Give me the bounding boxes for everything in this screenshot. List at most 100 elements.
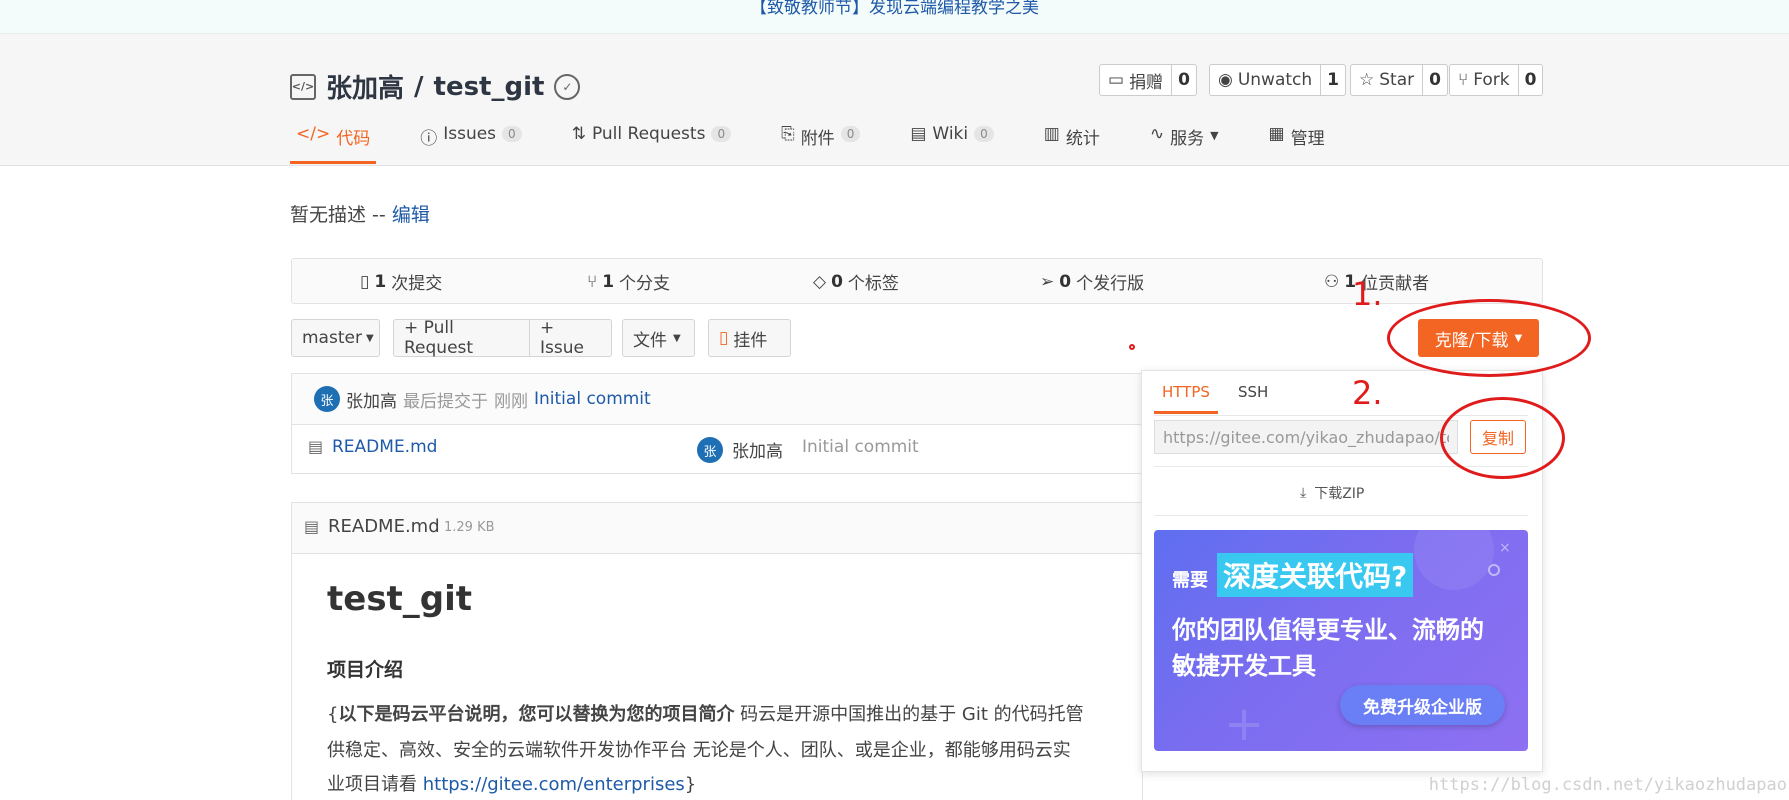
- seal-icon[interactable]: ✓: [554, 73, 581, 100]
- tab-wiki-count: 0: [974, 126, 994, 142]
- file-commit-message[interactable]: Initial commit: [802, 437, 919, 457]
- new-pull-request-label: + Pull Request: [404, 318, 474, 358]
- attachment-icon: ⎘: [781, 124, 795, 144]
- tab-wiki-label: Wiki: [932, 124, 969, 144]
- pulse-icon: ∿: [1149, 124, 1165, 144]
- stat-branches[interactable]: ⑂ 1 个分支: [587, 269, 671, 295]
- tab-issues-count: 0: [502, 126, 522, 142]
- edit-description-link[interactable]: 编辑: [392, 204, 430, 226]
- annotation-step-2: 2.: [1352, 374, 1383, 412]
- stat-tags-label: 个标签: [847, 274, 899, 294]
- file-menu-button[interactable]: 文件 ▼: [622, 319, 695, 357]
- file-row[interactable]: ▤ README.md 张 张加高 Initial commit: [291, 424, 1143, 474]
- commit-message[interactable]: Initial commit: [534, 389, 651, 409]
- contributors-icon: ⚇: [1324, 271, 1340, 292]
- file-icon: ▤: [304, 517, 320, 536]
- tab-stats[interactable]: ▥ 统计: [1038, 118, 1106, 158]
- readme-line-1-rest: 码云是开源中国推出的基于 Git 的代码托管: [734, 704, 1084, 725]
- book-icon: ▤: [910, 124, 927, 144]
- star-icon: ☆: [1359, 70, 1375, 90]
- stat-commits-label: 次提交: [391, 274, 443, 294]
- announcement-banner[interactable]: 【致敬教师节】发现云端编程教学之美: [0, 0, 1789, 34]
- avatar[interactable]: 张: [314, 386, 340, 412]
- readme-line-3-prefix: 业项目请看: [327, 774, 423, 795]
- new-issue-label: + Issue: [540, 318, 584, 358]
- tab-manage[interactable]: ▦ 管理: [1263, 118, 1331, 158]
- eye-icon: ◉: [1218, 70, 1233, 90]
- promo-prefix: 需要: [1172, 570, 1208, 591]
- tab-stats-label: 统计: [1065, 129, 1100, 149]
- release-icon: ➢: [1040, 271, 1055, 292]
- enterprise-promo-banner[interactable]: × + 需要 深度关联代码? 你的团队值得更专业、流畅的 敏捷开发工具 免费升级…: [1154, 530, 1528, 751]
- file-author[interactable]: 张加高: [732, 437, 783, 462]
- new-pull-request-button[interactable]: + Pull Request: [393, 318, 530, 358]
- settings-doc-icon: ▦: [1268, 124, 1285, 144]
- code-icon: </>: [296, 124, 331, 144]
- new-issue-button[interactable]: + Issue: [529, 318, 612, 358]
- caret-down-icon: ▼: [673, 332, 681, 344]
- fork-count[interactable]: 0: [1517, 65, 1543, 95]
- bookmark-icon: ▯: [719, 328, 729, 348]
- readme-bold-text: 以下是码云平台说明，您可以替换为您的项目简介: [338, 704, 735, 725]
- tab-https[interactable]: HTTPS: [1154, 383, 1218, 414]
- tab-ssh[interactable]: SSH: [1238, 383, 1268, 401]
- tab-attachments-count: 0: [840, 126, 861, 142]
- chart-icon: ▥: [1043, 124, 1060, 144]
- readme-title: test_git: [327, 579, 473, 619]
- widget-label: 挂件: [733, 330, 768, 351]
- readme-panel: ▤ README.md 1.29 KB test_git 项目介绍 {以下是码云…: [291, 502, 1143, 800]
- tab-wiki[interactable]: ▤ Wiki 0: [904, 118, 999, 158]
- annotation-circle-2: [1440, 397, 1565, 479]
- caret-down-icon: ▼: [1210, 129, 1219, 142]
- widget-button[interactable]: ▯ 挂件: [708, 319, 791, 357]
- fork-button[interactable]: ⑂ Fork 0: [1449, 64, 1544, 96]
- repo-title: </> 张加高 / test_git ✓: [290, 68, 581, 105]
- commit-author[interactable]: 张加高: [346, 387, 397, 412]
- avatar[interactable]: 张: [697, 437, 723, 463]
- tab-issues[interactable]: ⓘ Issues 0: [414, 118, 527, 158]
- readme-section-title: 项目介绍: [327, 659, 404, 681]
- repo-separator: /: [414, 71, 424, 102]
- stat-releases-label: 个发行版: [1076, 274, 1145, 294]
- tab-issues-label: Issues: [443, 124, 497, 144]
- download-zip-link[interactable]: ⤓ 下载ZIP: [1300, 483, 1364, 503]
- annotation-dot: [1129, 344, 1135, 350]
- stat-releases[interactable]: ➢ 0 个发行版: [1040, 269, 1145, 295]
- readme-line-3: 业项目请看 https://gitee.com/enterprises}: [327, 770, 696, 796]
- tag-icon: ◇: [813, 271, 827, 292]
- download-zip-label: 下载ZIP: [1314, 486, 1365, 502]
- branch-icon: ⑂: [587, 271, 598, 292]
- readme-line-1: {以下是码云平台说明，您可以替换为您的项目简介 码云是开源中国推出的基于 Git…: [327, 700, 1137, 726]
- tab-code[interactable]: </> 代码: [290, 118, 377, 164]
- stat-branches-label: 个分支: [619, 274, 671, 294]
- readme-brace-open: {: [327, 704, 339, 725]
- tab-code-label: 代码: [336, 129, 371, 149]
- star-button[interactable]: ☆ Star 0: [1350, 64, 1448, 96]
- pull-request-icon: ⇅: [571, 124, 586, 144]
- upgrade-enterprise-button[interactable]: 免费升级企业版: [1340, 685, 1505, 725]
- caret-down-icon: ▼: [365, 332, 374, 344]
- watch-count[interactable]: 1: [1320, 65, 1345, 95]
- tab-pull-requests[interactable]: ⇅ Pull Requests 0: [566, 118, 737, 158]
- branch-select[interactable]: master ▼: [291, 319, 380, 357]
- repo-owner[interactable]: 张加高: [326, 68, 404, 105]
- enterprises-link[interactable]: https://gitee.com/enterprises: [423, 774, 685, 795]
- unwatch-button[interactable]: ◉ Unwatch 1: [1209, 64, 1347, 96]
- repo-name[interactable]: test_git: [434, 72, 545, 102]
- tab-manage-label: 管理: [1290, 129, 1325, 149]
- tab-services-label: 服务: [1170, 129, 1205, 149]
- file-name[interactable]: README.md: [332, 437, 437, 457]
- star-count[interactable]: 0: [1422, 65, 1447, 95]
- stat-tags[interactable]: ◇ 0 个标签: [813, 269, 899, 295]
- issue-icon: ⓘ: [420, 129, 438, 149]
- repo-code-icon: </>: [290, 73, 316, 100]
- tab-pull-requests-label: Pull Requests: [591, 124, 706, 144]
- donate-count[interactable]: 0: [1171, 65, 1196, 95]
- stat-commits[interactable]: ▯ 1 次提交: [360, 269, 443, 295]
- donate-button[interactable]: ▭ 捐赠 0: [1099, 64, 1197, 96]
- banner-text[interactable]: 【致敬教师节】发现云端编程教学之美: [0, 0, 1789, 18]
- clone-url-input[interactable]: [1154, 420, 1458, 454]
- tab-services[interactable]: ∿ 服务 ▼: [1144, 118, 1225, 158]
- download-icon: ⤓: [1300, 485, 1307, 501]
- tab-attachments[interactable]: ⎘ 附件 0: [775, 118, 866, 158]
